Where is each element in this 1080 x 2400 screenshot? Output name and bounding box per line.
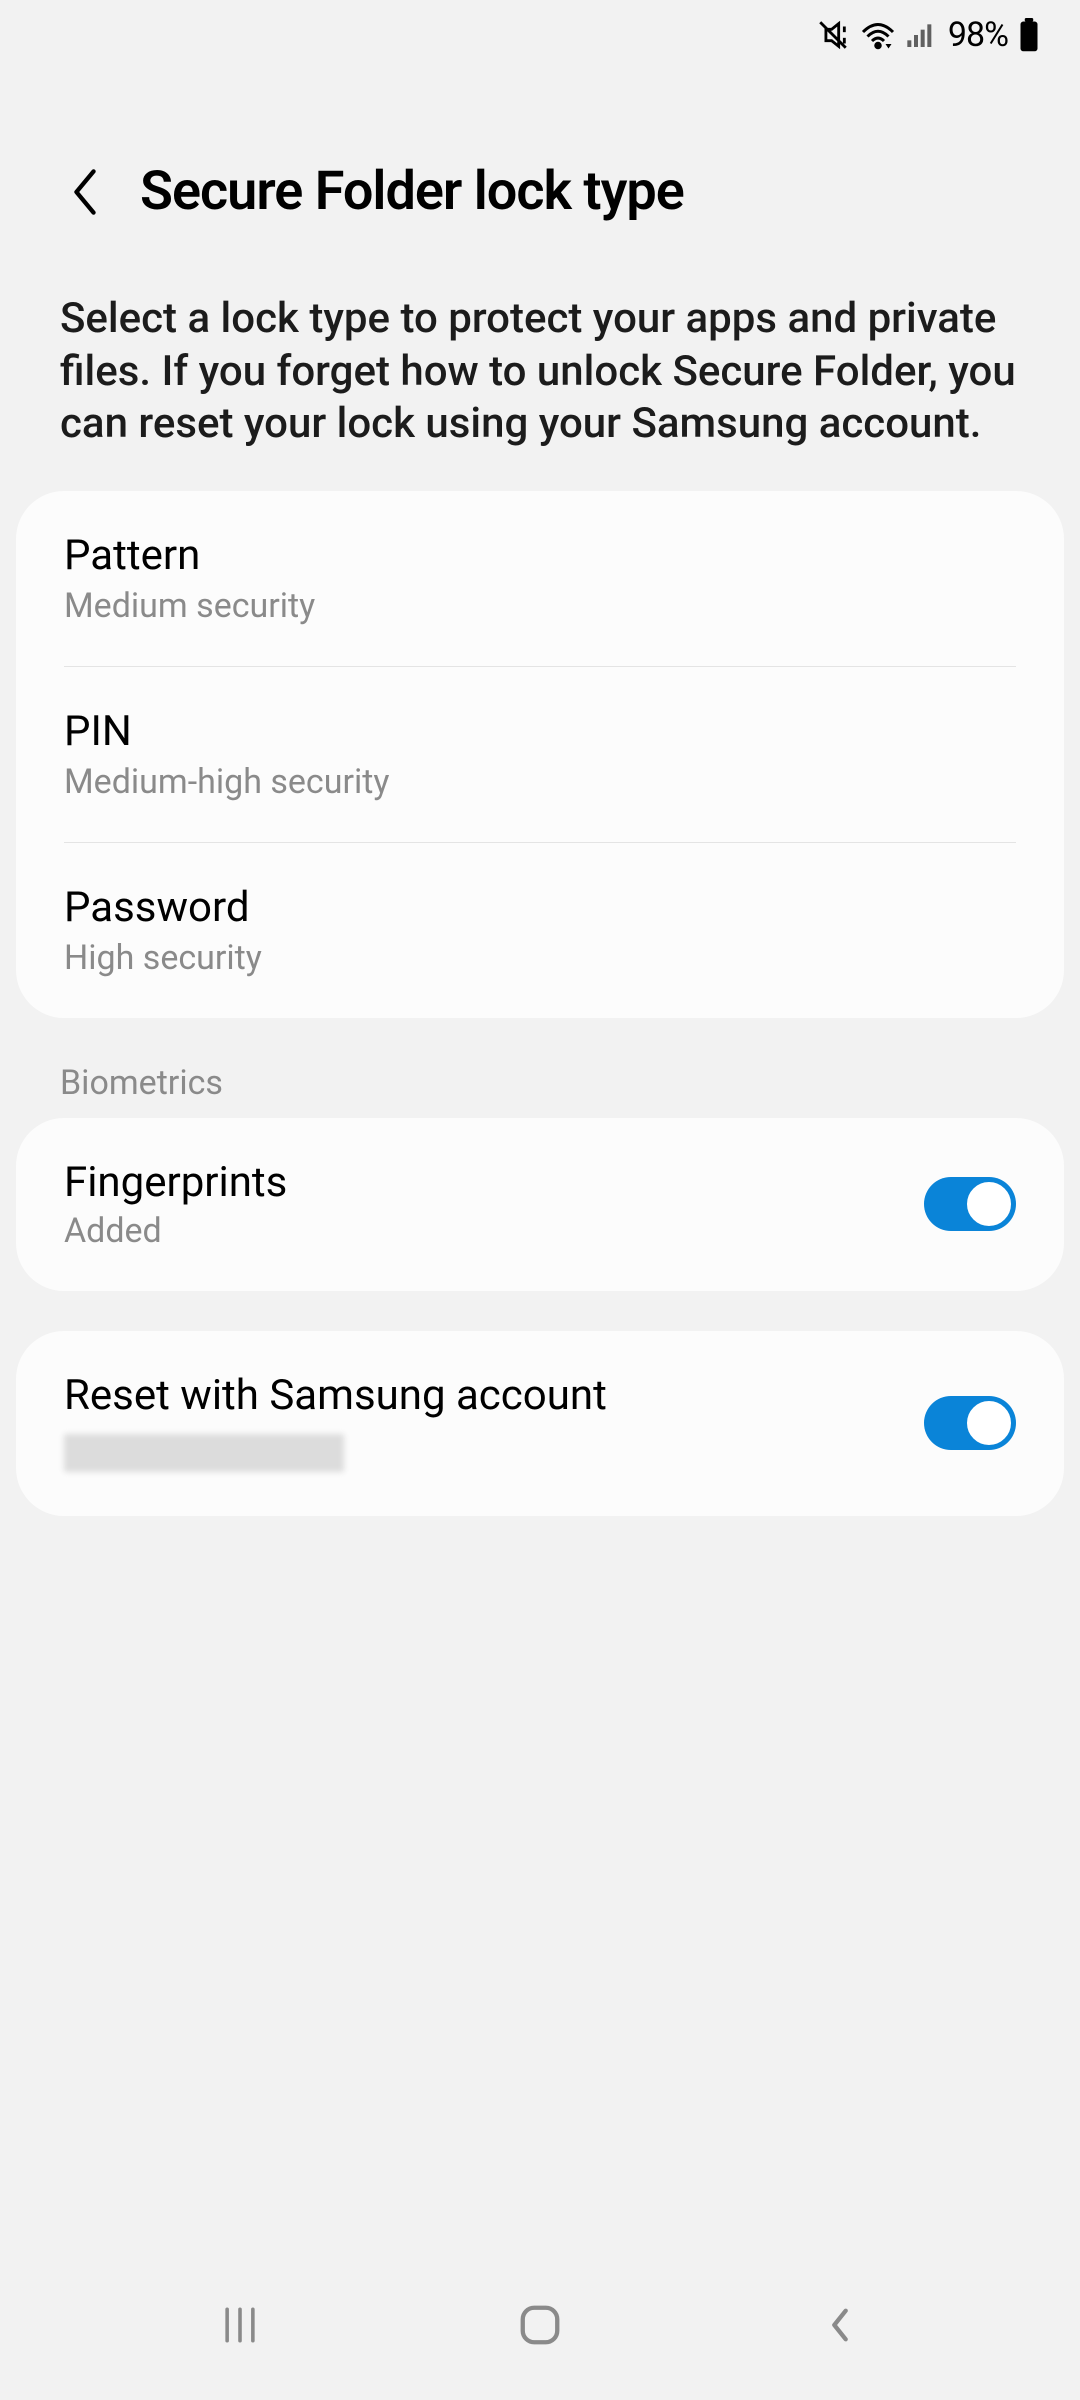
reset-card: Reset with Samsung account <box>16 1331 1064 1516</box>
home-icon <box>517 2302 563 2348</box>
fingerprints-sub: Added <box>64 1211 924 1251</box>
fingerprints-toggle[interactable] <box>924 1177 1016 1231</box>
lock-type-label: Password <box>64 883 1016 932</box>
lock-type-sub: Medium security <box>64 586 1016 626</box>
navigation-bar <box>0 2270 1080 2400</box>
page-title: Secure Folder lock type <box>140 160 684 223</box>
status-icons: 98% <box>816 15 1040 55</box>
battery-icon <box>1018 18 1040 52</box>
lock-type-sub: High security <box>64 938 1016 978</box>
lock-type-pattern[interactable]: Pattern Medium security <box>16 491 1064 666</box>
section-header-biometrics: Biometrics <box>0 1018 1080 1118</box>
lock-type-label: PIN <box>64 707 1016 756</box>
lock-type-label: Pattern <box>64 531 1016 580</box>
chevron-left-icon <box>71 168 99 216</box>
fingerprints-row[interactable]: Fingerprints Added <box>16 1118 1064 1291</box>
lock-type-list: Pattern Medium security PIN Medium-high … <box>16 491 1064 1018</box>
biometrics-card: Fingerprints Added <box>16 1118 1064 1291</box>
back-icon <box>826 2305 854 2345</box>
mute-vibrate-icon <box>816 18 850 52</box>
page-description: Select a lock type to protect your apps … <box>0 263 1080 491</box>
lock-type-sub: Medium-high security <box>64 762 1016 802</box>
reset-account-redacted <box>64 1434 344 1472</box>
wifi-icon <box>860 20 896 50</box>
lock-type-pin[interactable]: PIN Medium-high security <box>16 667 1064 842</box>
reset-toggle[interactable] <box>924 1396 1016 1450</box>
header: Secure Folder lock type <box>0 70 1080 263</box>
back-button[interactable] <box>60 162 110 222</box>
signal-icon <box>906 21 938 49</box>
nav-recents-button[interactable] <box>190 2295 290 2355</box>
status-bar: 98% <box>0 0 1080 70</box>
reset-label: Reset with Samsung account <box>64 1371 924 1420</box>
recents-icon <box>218 2305 262 2345</box>
reset-row[interactable]: Reset with Samsung account <box>16 1331 1064 1516</box>
nav-back-button[interactable] <box>790 2295 890 2355</box>
fingerprints-label: Fingerprints <box>64 1158 924 1207</box>
battery-percentage: 98% <box>948 15 1008 55</box>
lock-type-password[interactable]: Password High security <box>16 843 1064 1018</box>
nav-home-button[interactable] <box>490 2295 590 2355</box>
